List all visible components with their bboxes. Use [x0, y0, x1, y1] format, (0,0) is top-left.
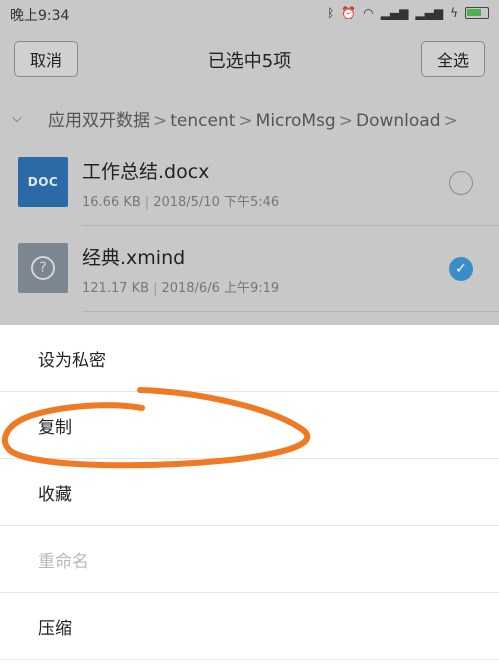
breadcrumb-separator: > — [238, 110, 253, 131]
breadcrumb-separator: > — [153, 110, 168, 131]
wifi-icon: ◠ — [363, 6, 374, 20]
chevron-down-icon[interactable]: ⌵ — [12, 111, 32, 126]
menu-item-label: 压缩 — [38, 618, 72, 639]
file-list-background: 晚上9:34 ᛒ ⏰ ◠ ▂▄▆ ▂▄▆ ϟ 取消 已选中5项 全选 ⌵ 应用双… — [0, 0, 499, 325]
status-bar: 晚上9:34 ᛒ ⏰ ◠ ▂▄▆ ▂▄▆ ϟ — [0, 0, 499, 28]
menu-item-compress[interactable]: 压缩 — [0, 593, 499, 660]
signal-icon: ▂▄▆ — [380, 6, 409, 20]
file-size: 16.66 KB — [82, 195, 141, 210]
battery-icon — [465, 7, 489, 19]
file-row[interactable]: ? 经典.xmind 121.17 KB | 2018/6/6 上午9:19 ✓ — [0, 226, 499, 312]
checked-circle-icon[interactable]: ✓ — [449, 257, 473, 281]
unknown-file-icon: ? — [18, 243, 68, 293]
signal-icon: ▂▄▆ — [415, 6, 444, 20]
file-name: 经典.xmind — [82, 247, 186, 269]
alarm-icon: ⏰ — [341, 6, 357, 20]
unchecked-circle-icon[interactable] — [449, 171, 473, 195]
breadcrumb-separator: > — [443, 110, 458, 131]
bluetooth-icon: ᛒ — [327, 6, 335, 20]
menu-item-label: 收藏 — [38, 484, 72, 505]
status-time: 晚上9:34 — [10, 8, 70, 24]
breadcrumb: ⌵ 应用双开数据 > tencent > MicroMsg > Download > — [0, 100, 499, 136]
menu-item-label: 设为私密 — [38, 350, 106, 371]
breadcrumb-segment[interactable]: Download — [356, 111, 441, 131]
file-meta: 121.17 KB | 2018/6/6 上午9:19 — [82, 277, 279, 296]
breadcrumb-segment[interactable]: MicroMsg — [256, 111, 336, 131]
file-name: 工作总结.docx — [82, 161, 210, 183]
action-sheet: 设为私密 复制 收藏 重命名 压缩 — [0, 325, 499, 672]
file-row[interactable]: DOC 工作总结.docx 16.66 KB | 2018/5/10 下午5:46 — [0, 140, 499, 226]
file-meta: 16.66 KB | 2018/5/10 下午5:46 — [82, 191, 279, 210]
menu-item-set-private[interactable]: 设为私密 — [0, 325, 499, 392]
select-all-button[interactable]: 全选 — [421, 41, 485, 77]
file-date: 2018/6/6 上午9:19 — [161, 281, 280, 296]
menu-item-label: 重命名 — [38, 551, 89, 572]
menu-item-favorite[interactable]: 收藏 — [0, 459, 499, 526]
docx-file-icon: DOC — [18, 157, 68, 207]
breadcrumb-segment[interactable]: tencent — [170, 111, 235, 131]
meta-divider: | — [144, 195, 150, 210]
meta-divider: | — [153, 281, 158, 296]
file-size: 121.17 KB — [82, 281, 150, 296]
menu-item-rename: 重命名 — [0, 526, 499, 593]
breadcrumb-segment[interactable]: 应用双开数据 — [48, 111, 150, 131]
charging-icon: ϟ — [450, 6, 458, 20]
breadcrumb-path: 应用双开数据 > tencent > MicroMsg > Download > — [48, 106, 461, 131]
file-date: 2018/5/10 下午5:46 — [153, 195, 280, 210]
breadcrumb-separator: > — [338, 110, 353, 131]
menu-item-copy[interactable]: 复制 — [0, 392, 499, 459]
menu-item-label: 复制 — [38, 417, 72, 438]
status-icons: ᛒ ⏰ ◠ ▂▄▆ ▂▄▆ ϟ — [327, 4, 489, 22]
selection-header: 取消 已选中5项 全选 — [0, 28, 499, 90]
file-type-label: DOC — [27, 175, 59, 189]
row-divider — [82, 311, 499, 312]
question-mark-icon: ? — [31, 256, 55, 280]
